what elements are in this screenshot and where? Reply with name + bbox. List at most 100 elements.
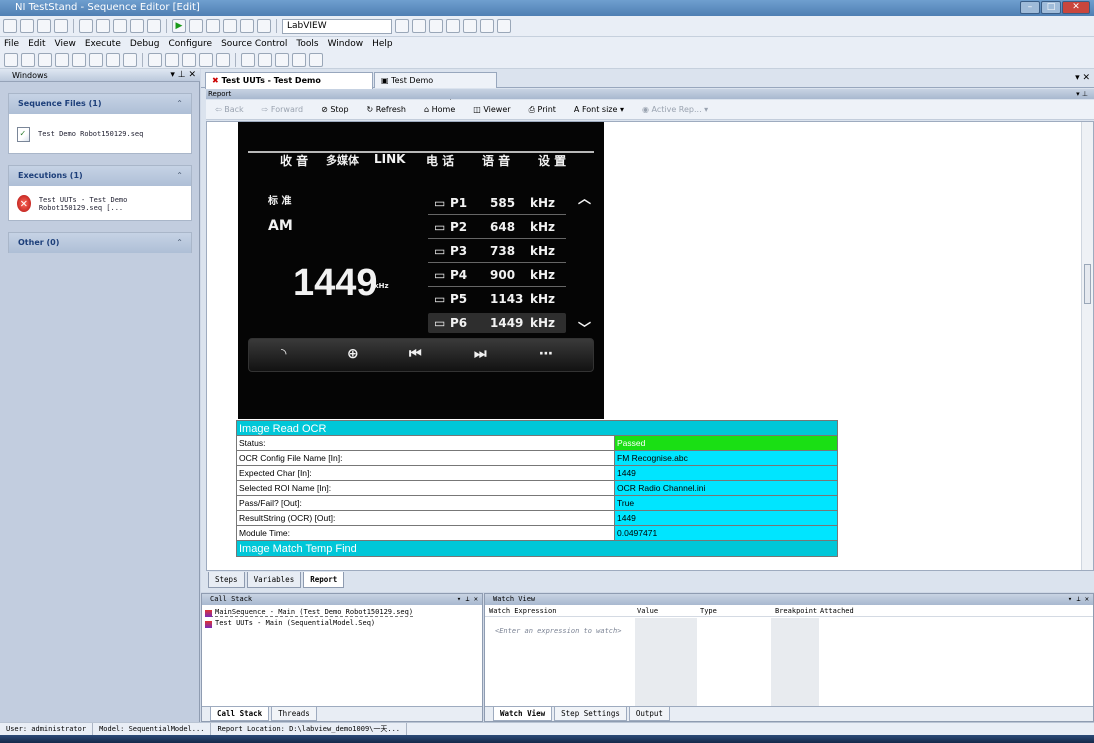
minimize-button[interactable]: – bbox=[1020, 1, 1040, 14]
tab-threads[interactable]: Threads bbox=[271, 707, 317, 721]
executions-header[interactable]: Executions (1) ⌃ bbox=[9, 166, 191, 186]
refresh-label: Refresh bbox=[375, 105, 406, 114]
menu-source-control[interactable]: Source Control bbox=[221, 39, 287, 49]
module-icon[interactable] bbox=[241, 52, 255, 67]
pause-icon[interactable] bbox=[189, 19, 203, 33]
run-icon[interactable]: ▶ bbox=[172, 19, 186, 33]
tab-steps[interactable]: Steps bbox=[208, 572, 245, 588]
menu-help[interactable]: Help bbox=[372, 39, 393, 49]
other-header[interactable]: Other (0) ⌃ bbox=[9, 233, 191, 253]
tree-icon[interactable] bbox=[412, 19, 426, 33]
tab-output[interactable]: Output bbox=[628, 707, 670, 721]
tab-execution[interactable]: ✖ Test UUTs - Test Demo Robot150129.s... bbox=[205, 72, 373, 100]
search-icon[interactable] bbox=[429, 19, 443, 33]
tab-report[interactable]: Report bbox=[303, 572, 345, 588]
key-icon[interactable] bbox=[309, 52, 323, 67]
maximize-button[interactable]: □ bbox=[1041, 1, 1061, 14]
step-into-icon[interactable] bbox=[223, 19, 237, 33]
sequence-file-item[interactable]: Test Demo Robot150129.seq bbox=[9, 114, 191, 154]
tab-watch-view[interactable]: Watch View bbox=[493, 707, 553, 721]
cut-icon[interactable] bbox=[79, 19, 93, 33]
menu-execute[interactable]: Execute bbox=[85, 39, 121, 49]
insert-step-icon[interactable] bbox=[4, 52, 18, 67]
refresh-button[interactable]: ↻ Refresh bbox=[361, 105, 412, 114]
col-breakpoint[interactable]: Breakpoint bbox=[775, 607, 817, 615]
tab-step-settings[interactable]: Step Settings bbox=[554, 707, 627, 721]
active-report-button[interactable]: ◉ Active Rep... ▾ bbox=[636, 105, 714, 114]
insert-sequence-icon[interactable] bbox=[21, 52, 35, 67]
sequence-files-header[interactable]: Sequence Files (1) ⌃ bbox=[9, 94, 191, 114]
grid-icon[interactable] bbox=[216, 52, 230, 67]
dollar-icon[interactable] bbox=[182, 52, 196, 67]
watch-icon[interactable] bbox=[463, 19, 477, 33]
menu-file[interactable]: File bbox=[4, 39, 19, 49]
step-over-icon[interactable] bbox=[240, 19, 254, 33]
dollar2-icon[interactable] bbox=[199, 52, 213, 67]
print-button[interactable]: ⎙ Print bbox=[523, 105, 562, 115]
paste-icon[interactable] bbox=[113, 19, 127, 33]
copy-icon[interactable] bbox=[96, 19, 110, 33]
save-all-icon[interactable] bbox=[54, 19, 68, 33]
chevron-up-icon[interactable]: ⌃ bbox=[176, 233, 183, 253]
pin-icon[interactable]: ▾ ⊥ bbox=[1076, 89, 1088, 99]
scrollbar-thumb[interactable] bbox=[1084, 264, 1091, 304]
unlink-icon[interactable] bbox=[55, 52, 69, 67]
ba-icon[interactable] bbox=[165, 52, 179, 67]
pin-icon[interactable]: ▾ ⊥ ✕ bbox=[1068, 594, 1089, 605]
watch-expression-input[interactable]: <Enter an expression to watch> bbox=[495, 627, 621, 635]
report-scrollbar[interactable] bbox=[1081, 122, 1093, 570]
globe-icon[interactable] bbox=[395, 19, 409, 33]
tab-variables[interactable]: Variables bbox=[246, 572, 302, 588]
close-button[interactable]: ✕ bbox=[1062, 1, 1090, 14]
preset-separator bbox=[428, 286, 566, 287]
col-attached[interactable]: Attached bbox=[820, 607, 854, 615]
menu-configure[interactable]: Configure bbox=[168, 39, 212, 49]
call-stack-item[interactable]: Test UUTs - Main (SequentialModel.Seq) bbox=[205, 619, 375, 628]
tab-call-stack[interactable]: Call Stack bbox=[210, 707, 270, 721]
analyze-icon[interactable] bbox=[123, 52, 137, 67]
pin-icon[interactable]: ▾ ⊥ ✕ bbox=[170, 69, 196, 82]
back-button[interactable]: ⇦ Back bbox=[209, 105, 250, 114]
tab-close-icon[interactable]: ▾ ✕ bbox=[1075, 73, 1090, 83]
font-size-button[interactable]: A Font size ▾ bbox=[568, 105, 630, 114]
link-icon[interactable] bbox=[38, 52, 52, 67]
col-type[interactable]: Type bbox=[700, 607, 717, 615]
call-stack-item[interactable]: MainSequence - Main (Test Demo Robot1501… bbox=[205, 608, 414, 617]
layout-icon[interactable] bbox=[497, 19, 511, 33]
save-icon[interactable] bbox=[37, 19, 51, 33]
row-label: Status: bbox=[237, 436, 615, 450]
menu-tools[interactable]: Tools bbox=[296, 39, 318, 49]
new-icon[interactable] bbox=[3, 19, 17, 33]
stop-button[interactable]: ⊘ Stop bbox=[315, 105, 354, 114]
menu-edit[interactable]: Edit bbox=[28, 39, 45, 49]
home-button[interactable]: ⌂ Home bbox=[418, 105, 461, 114]
chevron-up-icon[interactable]: ⌃ bbox=[176, 166, 183, 186]
chevron-up-icon[interactable]: ⌃ bbox=[176, 94, 183, 114]
find-icon[interactable] bbox=[446, 19, 460, 33]
pin-icon[interactable]: ▾ ⊥ ✕ bbox=[457, 594, 478, 605]
collapse-icon[interactable] bbox=[89, 52, 103, 67]
menu-debug[interactable]: Debug bbox=[130, 39, 160, 49]
ab-icon[interactable] bbox=[148, 52, 162, 67]
col-watch-expression[interactable]: Watch Expression bbox=[489, 607, 556, 615]
redo-icon[interactable] bbox=[147, 19, 161, 33]
tool-icon[interactable] bbox=[292, 52, 306, 67]
open-icon[interactable] bbox=[20, 19, 34, 33]
forward-button[interactable]: ⇨ Forward bbox=[256, 105, 309, 114]
report-icon[interactable] bbox=[480, 19, 494, 33]
step-out-icon[interactable] bbox=[257, 19, 271, 33]
col-value[interactable]: Value bbox=[637, 607, 658, 615]
tab-sequence-file[interactable]: ▣ Test Demo Robot150129.seq bbox=[374, 72, 497, 100]
expand-icon[interactable] bbox=[72, 52, 86, 67]
menu-view[interactable]: View bbox=[55, 39, 76, 49]
undo-icon[interactable] bbox=[130, 19, 144, 33]
preset-name: P5 bbox=[450, 292, 468, 306]
robot-icon[interactable] bbox=[258, 52, 272, 67]
flag-icon[interactable] bbox=[275, 52, 289, 67]
viewer-button[interactable]: ◫ Viewer bbox=[467, 105, 516, 114]
terminate-icon[interactable] bbox=[206, 19, 220, 33]
check-icon[interactable] bbox=[106, 52, 120, 67]
execution-item[interactable]: ✕ Test UUTs - Test Demo Robot150129.seq … bbox=[9, 186, 191, 221]
menu-window[interactable]: Window bbox=[328, 39, 364, 49]
adapter-select[interactable]: LabVIEW bbox=[282, 18, 392, 34]
